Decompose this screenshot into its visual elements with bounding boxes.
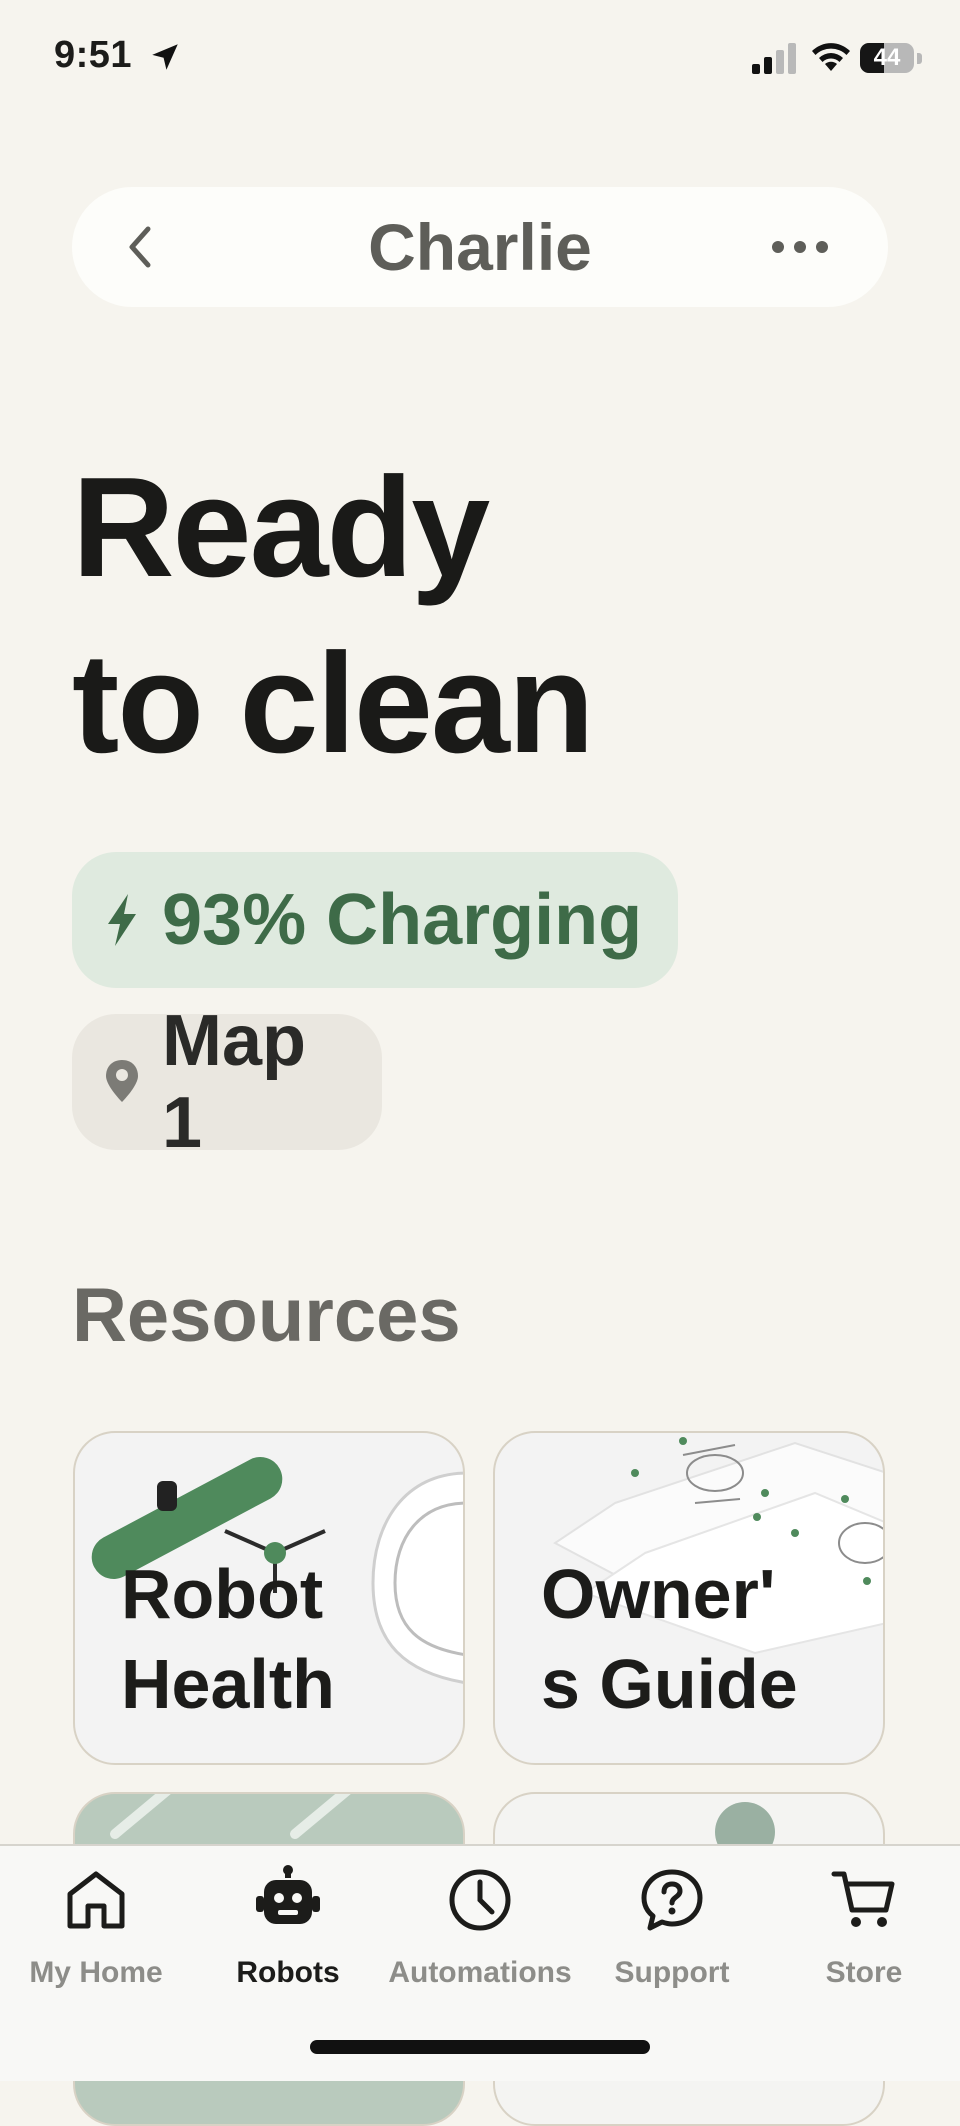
tab-robots[interactable]: Robots [192,1864,384,2014]
back-chevron-icon[interactable] [112,217,172,277]
charging-status-text: 93% Charging [162,880,643,960]
help-icon [641,1869,703,1931]
robot-status-heading: Ready to clean [72,440,892,792]
home-icon [67,1871,125,1929]
tab-automations[interactable]: Automations [384,1864,576,2014]
tab-label-store: Store [825,1956,903,1989]
owners-guide-label: Owner' s Guide [541,1549,861,1729]
location-arrow-icon [152,44,178,70]
battery-level-text: 44 [873,44,901,71]
robot-health-card[interactable]: Robot Health [73,1431,465,1765]
tab-label-my-home: My Home [29,1956,163,1989]
status-line-2: to clean [72,624,595,783]
robot-health-label: Robot Health [121,1555,335,1723]
status-bar: 9:51 44 [0,0,960,120]
map-name-text: Map 1 [162,1001,306,1163]
robot-icon [256,1865,320,1924]
cellular-signal-icon [752,43,796,74]
tab-my-home[interactable]: My Home [0,1864,192,2014]
cart-icon [831,1871,895,1927]
robot-name-title: Charlie [368,210,592,284]
charging-status-chip[interactable]: 93% Charging [72,852,678,988]
owners-guide-label-line-2: s Guide [541,1645,798,1723]
status-line-1: Ready [72,448,490,607]
tab-store[interactable]: Store [768,1864,960,2014]
clock-icon [449,1869,511,1931]
wifi-icon [812,43,850,71]
tab-support[interactable]: Support [576,1864,768,2014]
location-pin-icon [106,1060,138,1102]
owners-guide-card[interactable]: Owner' s Guide [493,1431,885,1765]
robot-header: Charlie [72,187,888,307]
battery-indicator: 44 [860,41,924,75]
tab-label-robots: Robots [236,1956,340,1989]
tab-label-support: Support [614,1956,730,1989]
resources-section-title: Resources [72,1273,461,1358]
owners-guide-label-line-1: Owner' [541,1555,776,1633]
more-options-icon[interactable] [760,217,840,277]
bolt-icon [108,894,136,946]
status-time: 9:51 [54,34,133,76]
tab-label-automations: Automations [388,1956,572,1989]
home-indicator [310,2040,650,2054]
map-chip[interactable]: Map 1 [72,1001,382,1163]
